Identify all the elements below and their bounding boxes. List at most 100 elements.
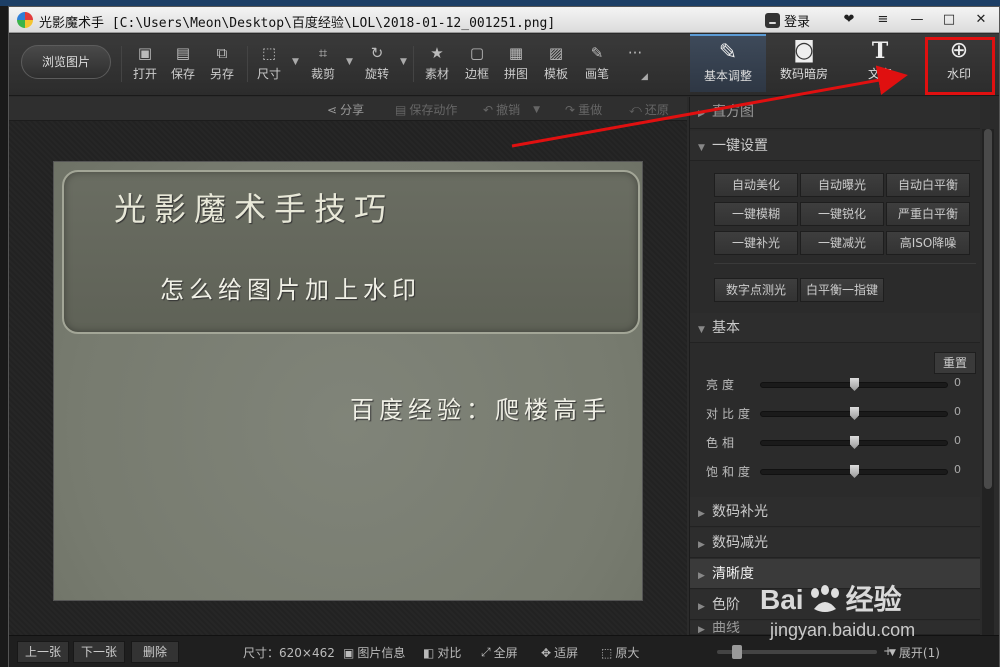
- auto-exposure-button[interactable]: 自动曝光: [800, 173, 884, 197]
- maximize-button[interactable]: □: [935, 9, 963, 31]
- digital-spot-metering-button[interactable]: 数字点测光: [714, 278, 798, 302]
- zoom-slider-thumb[interactable]: [732, 645, 742, 659]
- baidu-watermark-url: jingyan.baidu.com: [770, 620, 916, 640]
- section-reduce-light[interactable]: ▶ 数码减光: [690, 528, 980, 558]
- tool-save-as[interactable]: ⧉ 另存: [202, 42, 242, 86]
- section-one-click[interactable]: ▼ 一键设置: [690, 131, 980, 161]
- more-dropdown-caret[interactable]: ◢: [641, 72, 648, 82]
- section-fill-light[interactable]: ▶ 数码补光: [690, 497, 980, 527]
- minimize-button[interactable]: —: [903, 9, 931, 31]
- window-title: 光影魔术手 [C:\Users\Meon\Desktop\百度经验\LOL\20…: [39, 12, 555, 31]
- slider-contrast[interactable]: 对比度 0: [706, 402, 976, 424]
- slider-track[interactable]: [760, 436, 948, 449]
- fit-screen-button[interactable]: ✥ 适屏: [541, 644, 578, 661]
- slider-track[interactable]: [760, 378, 948, 391]
- one-click-reduce-light-button[interactable]: 一键减光: [800, 231, 884, 255]
- slider-value: 0: [954, 376, 961, 389]
- tool-border[interactable]: ▢ 边框: [457, 42, 497, 86]
- canvas-area: ⋖ 分享 ▤ 保存动作 ↶ 撤销 ▼ ↷ 重做 ⤺ 还原 光影魔术手技巧 怎么给图片加上水印…: [9, 97, 687, 635]
- crop-icon: ⌗: [318, 44, 328, 62]
- tool-save[interactable]: ▤ 保存: [163, 42, 203, 86]
- fit-screen-label: 适屏: [554, 646, 579, 660]
- tool-open[interactable]: ▣ 打开: [125, 42, 165, 86]
- slider-thumb[interactable]: [850, 407, 859, 420]
- restore-button[interactable]: ⤺ 还原: [629, 101, 669, 118]
- section-label: 直方图: [712, 104, 754, 120]
- tool-template[interactable]: ▨ 模板: [536, 42, 576, 86]
- panel-divider: [714, 263, 976, 264]
- high-iso-denoise-button[interactable]: 高ISO降噪: [886, 231, 970, 255]
- compare-button[interactable]: ◧ 对比: [423, 644, 461, 661]
- slider-thumb[interactable]: [850, 436, 859, 449]
- auto-white-balance-button[interactable]: 自动白平衡: [886, 173, 970, 197]
- slider-thumb[interactable]: [850, 465, 859, 478]
- app-window: 光影魔术手 [C:\Users\Meon\Desktop\百度经验\LOL\20…: [8, 6, 1000, 667]
- adjust-icon: ✎: [718, 40, 738, 65]
- rotate-dropdown-caret[interactable]: ▼: [400, 57, 407, 67]
- login-button[interactable]: 登录: [765, 11, 810, 30]
- reset-button[interactable]: 重置: [934, 352, 976, 374]
- previous-image-button[interactable]: 上一张: [17, 641, 69, 663]
- undo-button[interactable]: ↶ 撤销 ▼: [483, 101, 540, 118]
- expanded-triangle-icon: ▼: [698, 143, 705, 153]
- share-button[interactable]: ⋖ 分享: [327, 101, 364, 118]
- next-image-button[interactable]: 下一张: [73, 641, 125, 663]
- collapsed-triangle-icon: ▶: [698, 540, 705, 550]
- redo-button[interactable]: ↷ 重做: [565, 101, 602, 118]
- save-action-button[interactable]: ▤ 保存动作: [395, 101, 457, 118]
- auto-beautify-button[interactable]: 自动美化: [714, 173, 798, 197]
- expanded-triangle-icon: ▼: [698, 325, 705, 335]
- close-button[interactable]: ✕: [967, 9, 995, 31]
- toolbar-separator: [121, 46, 122, 82]
- tool-crop[interactable]: ⌗ 裁剪: [303, 42, 343, 86]
- tool-brush[interactable]: ✎ 画笔: [577, 42, 617, 86]
- one-click-fill-light-button[interactable]: 一键补光: [714, 231, 798, 255]
- tool-label: 裁剪: [310, 67, 335, 81]
- slider-brightness[interactable]: 亮度 0: [706, 373, 976, 395]
- app-name: 光影魔术手: [39, 16, 105, 31]
- section-label: 数码减光: [712, 535, 768, 551]
- fullscreen-button[interactable]: ⤢ 全屏: [481, 644, 518, 661]
- tool-label: 旋转: [364, 67, 389, 81]
- zoom-slider[interactable]: [717, 645, 877, 659]
- image-info-label: 图片信息: [357, 646, 406, 660]
- menu-icon[interactable]: ≡: [869, 9, 897, 31]
- tool-resize[interactable]: ⬚ 尺寸: [249, 42, 289, 86]
- slider-hue[interactable]: 色相 0: [706, 431, 976, 453]
- resize-dropdown-caret[interactable]: ▼: [292, 57, 299, 67]
- tab-text[interactable]: T 文字: [842, 34, 918, 92]
- slider-saturation[interactable]: 饱和度 0: [706, 460, 976, 482]
- section-histogram[interactable]: ▶ 直方图: [690, 97, 980, 129]
- delete-image-button[interactable]: 删除: [131, 641, 179, 663]
- white-balance-finger-button[interactable]: 白平衡一指键: [800, 278, 884, 302]
- section-basic[interactable]: ▼ 基本: [690, 313, 980, 343]
- image-size-label: 尺寸：620×462: [243, 644, 335, 661]
- original-size-button[interactable]: ⬚ 原大: [601, 644, 639, 661]
- slider-thumb[interactable]: [850, 378, 859, 391]
- section-label: 一键设置: [712, 138, 768, 154]
- slider-track[interactable]: [760, 407, 948, 420]
- skin-icon[interactable]: ❤: [835, 9, 863, 31]
- image-preview[interactable]: 光影魔术手技巧 怎么给图片加上水印 百度经验：爬楼高手: [53, 161, 643, 601]
- undo-icon: ↶: [483, 102, 494, 117]
- tab-basic-adjust[interactable]: ✎ 基本调整: [690, 34, 766, 92]
- crop-dropdown-caret[interactable]: ▼: [346, 57, 353, 67]
- one-click-blur-button[interactable]: 一键模糊: [714, 202, 798, 226]
- tab-darkroom[interactable]: ◙ 数码暗房: [766, 34, 842, 92]
- expand-button[interactable]: ▼ 展开(1): [889, 644, 940, 661]
- tool-material[interactable]: ★ 素材: [417, 42, 457, 86]
- one-click-sharpen-button[interactable]: 一键锐化: [800, 202, 884, 226]
- tool-rotate[interactable]: ↻ 旋转: [357, 42, 397, 86]
- tool-more[interactable]: ···: [615, 42, 655, 86]
- browse-images-button[interactable]: 浏览图片: [21, 45, 111, 79]
- scrollbar-thumb[interactable]: [984, 129, 992, 489]
- tab-label: 基本调整: [703, 69, 752, 83]
- severe-white-balance-button[interactable]: 严重白平衡: [886, 202, 970, 226]
- compare-label: 对比: [437, 646, 462, 660]
- panel-scrollbar[interactable]: [982, 129, 994, 635]
- tool-collage[interactable]: ▦ 拼图: [496, 42, 536, 86]
- slider-track[interactable]: [760, 465, 948, 478]
- expand-triangle-icon: ▼: [889, 647, 896, 658]
- image-info-button[interactable]: ▣ 图片信息: [343, 644, 405, 661]
- title-bar: 光影魔术手 [C:\Users\Meon\Desktop\百度经验\LOL\20…: [9, 7, 999, 33]
